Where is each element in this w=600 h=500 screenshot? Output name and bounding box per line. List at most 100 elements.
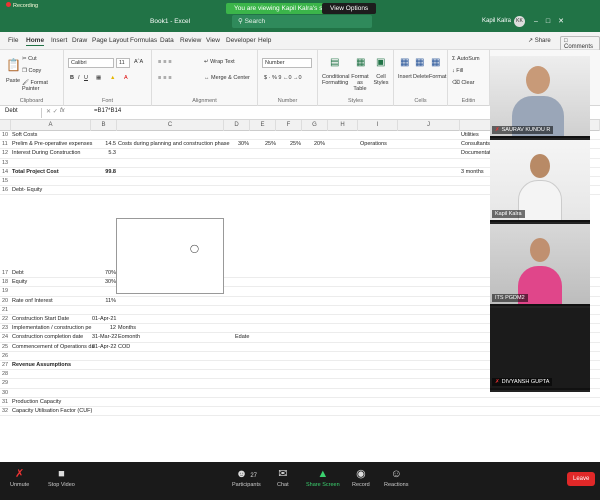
wrap-text-button[interactable]: ↵ Wrap Text <box>204 59 235 65</box>
video-tile[interactable]: Kapil Kalra <box>490 140 590 222</box>
cell-b[interactable]: 31-Mar-22 <box>92 333 117 342</box>
tab-file[interactable]: File <box>8 37 18 44</box>
col-header-h[interactable]: H <box>328 120 358 131</box>
reactions-button[interactable]: ☺ Reactions <box>384 466 408 488</box>
cell-a[interactable]: Interest During Construction <box>12 149 80 158</box>
cell-k[interactable]: Documentat <box>461 149 491 158</box>
grow-font-icon[interactable]: AˆA <box>134 59 143 65</box>
cell-c[interactable]: Months <box>118 324 136 333</box>
row-header[interactable]: 28 <box>0 370 10 379</box>
tab-review[interactable]: Review <box>180 37 201 44</box>
col-header-g[interactable]: G <box>302 120 328 131</box>
cell-i[interactable]: Operations <box>360 140 387 149</box>
font-name-select[interactable]: Calibri <box>68 58 114 68</box>
row-header[interactable]: 19 <box>0 287 10 296</box>
col-header-b[interactable]: B <box>91 120 117 131</box>
row-header[interactable]: 20 <box>0 297 10 306</box>
unmute-button[interactable]: ✗ Unmute <box>10 466 29 488</box>
cell-styles-button[interactable]: Cell Styles <box>372 74 390 86</box>
cell-b[interactable]: 5.3 <box>92 149 116 158</box>
cell-c[interactable]: COD <box>118 343 130 352</box>
participants-button[interactable]: ☻ 27 Participants <box>232 466 261 488</box>
cell-c[interactable]: Eomonth <box>118 333 140 342</box>
cell-b[interactable]: 70% <box>92 269 116 278</box>
cell-b[interactable]: 99.8 <box>92 168 116 177</box>
cell-a[interactable]: Production Capacity <box>12 398 61 407</box>
row-header[interactable]: 21 <box>0 306 10 315</box>
top-align-icon[interactable]: ≡≡≡ <box>158 59 174 65</box>
row-header[interactable]: 25 <box>0 343 10 352</box>
table-icon[interactable]: ▦ <box>356 57 365 68</box>
cell-b[interactable]: 01-Apr-22 <box>92 343 116 352</box>
delete-icon[interactable]: ▦ <box>415 57 424 68</box>
tab-draw[interactable]: Draw <box>72 37 87 44</box>
cell-a[interactable]: Construction Start Date <box>12 315 69 324</box>
cell-d[interactable]: Edate <box>235 333 249 342</box>
tab-home[interactable]: Home <box>26 37 45 46</box>
col-header-a[interactable]: A <box>11 120 91 131</box>
row-header[interactable]: 32 <box>0 407 10 416</box>
cell-k[interactable]: Utilities <box>461 131 479 140</box>
row-header[interactable]: 14 <box>0 168 10 177</box>
autosum-button[interactable]: Σ AutoSum <box>452 56 480 62</box>
col-header-i[interactable]: I <box>358 120 398 131</box>
tab-data[interactable]: Data <box>160 37 174 44</box>
font-color-icon[interactable]: A <box>124 75 128 81</box>
chat-button[interactable]: ✉ Chat <box>277 466 289 488</box>
clear-button[interactable]: ⌫ Clear <box>452 80 474 86</box>
cell-a[interactable]: Revenue Assumptions <box>12 361 71 370</box>
cell-b[interactable]: 01-Apr-21 <box>92 315 116 324</box>
tab-developer[interactable]: Developer <box>226 37 256 44</box>
cell-a[interactable]: Debt <box>12 269 24 278</box>
accounting-format-icon[interactable]: $ · % 9 ←0 →0 <box>264 75 302 81</box>
copy-button[interactable]: ❐ Copy <box>22 68 41 74</box>
row-header[interactable]: 29 <box>0 379 10 388</box>
number-format-select[interactable]: Number <box>262 58 312 68</box>
underline-button[interactable]: U <box>84 75 88 81</box>
italic-button[interactable]: I <box>78 75 80 81</box>
borders-icon[interactable]: ▦ <box>96 75 101 81</box>
tab-view[interactable]: View <box>206 37 220 44</box>
row-header[interactable]: 31 <box>0 398 10 407</box>
restore-icon[interactable]: □ <box>546 18 558 25</box>
cell-a[interactable]: Equity <box>12 278 27 287</box>
format-cells-button[interactable]: Format <box>429 74 446 80</box>
merge-center-button[interactable]: ↔ Merge & Center <box>204 75 250 81</box>
cell-f[interactable]: 25% <box>287 140 301 149</box>
minimize-icon[interactable]: – <box>534 18 546 25</box>
col-header-f[interactable]: F <box>276 120 302 131</box>
col-header-e[interactable]: E <box>250 120 276 131</box>
paste-icon[interactable]: 📋 <box>6 58 21 72</box>
fill-color-icon[interactable]: ▲ <box>110 75 115 81</box>
cell-a[interactable]: Construction completion date <box>12 333 83 342</box>
row-header[interactable]: 15 <box>0 177 10 186</box>
tab-insert[interactable]: Insert <box>51 37 67 44</box>
cut-button[interactable]: ✂ Cut <box>22 56 37 62</box>
cell-a[interactable]: Total Project Cost <box>12 168 59 177</box>
cell-b[interactable]: 11% <box>92 297 116 306</box>
fx-icon[interactable]: fx <box>60 108 65 114</box>
row-header[interactable]: 12 <box>0 149 10 158</box>
cell-k[interactable]: Consultants <box>461 140 490 149</box>
cell-a[interactable]: Rate onf Interest <box>12 297 53 306</box>
row-header[interactable]: 30 <box>0 389 10 398</box>
cell-g[interactable]: 20% <box>311 140 325 149</box>
table-row[interactable]: 32 Capacity Utilisation Factor (CUF) <box>0 407 600 417</box>
window-controls[interactable]: –□✕ <box>534 17 572 25</box>
leave-button[interactable]: Leave <box>567 472 596 486</box>
cell-a[interactable]: Capacity Utilisation Factor (CUF) <box>12 407 92 416</box>
cell-b[interactable]: 12 <box>92 324 116 333</box>
search-input[interactable]: ⚲ Search <box>232 15 372 28</box>
formula-controls[interactable]: ✕ ✓ <box>46 108 58 115</box>
cell-b[interactable]: 14.5 <box>92 140 116 149</box>
stop-video-button[interactable]: ■ Stop Video <box>48 466 75 488</box>
cell-a[interactable]: Prelim & Pre-operative expenses <box>12 140 92 149</box>
row-header[interactable]: 16 <box>0 186 10 195</box>
row-header[interactable]: 23 <box>0 324 10 333</box>
row-header[interactable]: 17 <box>0 269 10 278</box>
formula-input[interactable]: =B17*B14 <box>94 108 121 114</box>
format-painter-button[interactable]: 🖌 Format Painter <box>22 80 63 92</box>
row-header[interactable]: 10 <box>0 131 10 140</box>
delete-cells-button[interactable]: Delete <box>413 74 429 80</box>
cell-a[interactable]: Commencement of Operations da <box>12 343 95 352</box>
